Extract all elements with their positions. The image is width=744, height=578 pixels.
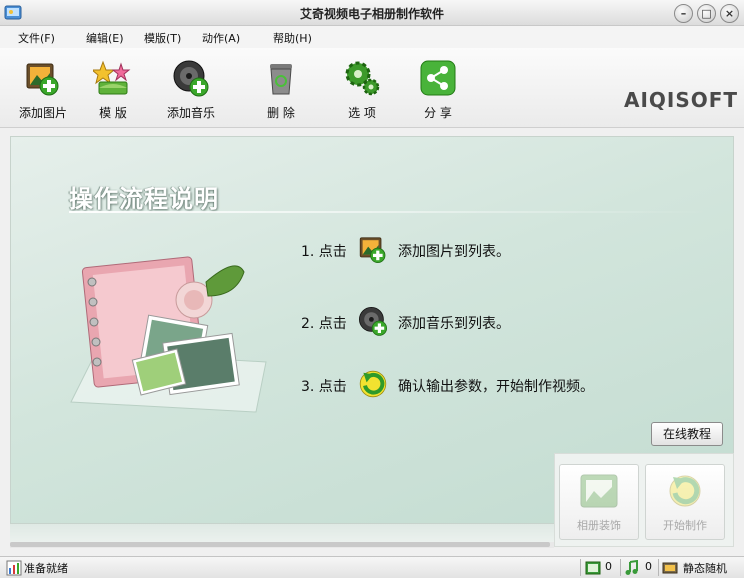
window-title: 艾奇视频电子相册制作软件 [299, 7, 444, 21]
main-area: 操作流程说明 1. 点击 添加图片到列表。 2. 点击 添加音乐到列表。 3. … [0, 128, 744, 556]
horizontal-scrollbar[interactable] [10, 542, 554, 548]
step-1-text: 添加图片到列表。 [398, 244, 510, 260]
title-bar: 艾奇视频电子相册制作软件 – □ × [0, 0, 744, 26]
menu-help[interactable]: 帮助(H) [273, 30, 312, 46]
template-label: 模 版 [99, 106, 127, 120]
share-button[interactable]: 分 享 [403, 58, 473, 122]
close-button[interactable]: × [720, 4, 739, 23]
image-count: 0 [605, 560, 612, 573]
start-make-button[interactable]: 开始制作 [645, 464, 725, 540]
status-separator [580, 559, 581, 576]
start-make-icon [669, 475, 701, 507]
status-separator [658, 559, 659, 576]
panel-title: 操作流程说明 [69, 185, 219, 213]
album-decoration-label: 相册装饰 [577, 519, 621, 532]
template-icon [93, 60, 131, 95]
music-note-icon [625, 560, 638, 575]
album-decoration-button[interactable]: 相册装饰 [559, 464, 639, 540]
menu-bar: 文件(F) 编辑(E) 模版(T) 动作(A) 帮助(H) [0, 26, 744, 48]
template-button[interactable]: 模 版 [78, 58, 148, 122]
options-label: 选 项 [348, 106, 376, 120]
menu-file[interactable]: 文件(F) [18, 30, 55, 46]
add-image-icon [359, 237, 386, 263]
action-buttons-area: 相册装饰 开始制作 [554, 453, 734, 547]
scrollbar-thumb[interactable] [10, 542, 550, 547]
step-1-number: 1. 点击 [301, 244, 347, 260]
start-make-label: 开始制作 [663, 519, 707, 532]
add-image-button[interactable]: 添加图片 [8, 58, 78, 122]
add-music-button[interactable]: 添加音乐 [156, 58, 226, 122]
photo-album-illustration [70, 256, 267, 413]
add-image-label: 添加图片 [18, 106, 67, 120]
add-image-icon [26, 63, 59, 96]
toolbar: 添加图片 模 版 添加音乐 删 除 选 项 分 享 AIQISOFT [0, 48, 744, 128]
step-2-number: 2. 点击 [301, 316, 347, 332]
add-music-icon [359, 307, 387, 336]
picture-frame-icon [580, 474, 618, 508]
gear-icon [345, 61, 380, 96]
music-count: 0 [645, 560, 652, 573]
menu-action[interactable]: 动作(A) [202, 30, 240, 46]
trash-icon [270, 64, 292, 95]
status-chart-icon [6, 560, 22, 576]
step-3-text: 确认输出参数，开始制作视频。 [398, 379, 594, 395]
step-3-number: 3. 点击 [301, 379, 347, 395]
status-text: 准备就绪 [24, 562, 68, 575]
delete-button[interactable]: 删 除 [246, 58, 316, 122]
step-2-text: 添加音乐到列表。 [398, 316, 510, 332]
add-music-icon [173, 60, 209, 97]
share-icon [420, 60, 456, 96]
add-music-label: 添加音乐 [166, 106, 215, 120]
title-underline [69, 211, 709, 213]
transition-mode[interactable]: 静态随机 [683, 560, 727, 576]
options-button[interactable]: 选 项 [327, 58, 397, 122]
status-bar: 准备就绪 0 0 静态随机 [0, 556, 744, 578]
share-label: 分 享 [424, 106, 452, 120]
menu-template[interactable]: 模版(T) [144, 30, 181, 46]
transition-mode-icon [662, 562, 678, 574]
image-count-icon [585, 561, 601, 575]
menu-edit[interactable]: 编辑(E) [86, 30, 124, 46]
maximize-button[interactable]: □ [697, 4, 716, 23]
status-separator [620, 559, 621, 576]
minimize-button[interactable]: – [674, 4, 693, 23]
start-make-icon [359, 370, 387, 398]
online-tutorial-button[interactable]: 在线教程 [651, 422, 723, 446]
brand-logo: AIQISOFT [624, 88, 739, 112]
delete-label: 删 除 [267, 106, 295, 120]
